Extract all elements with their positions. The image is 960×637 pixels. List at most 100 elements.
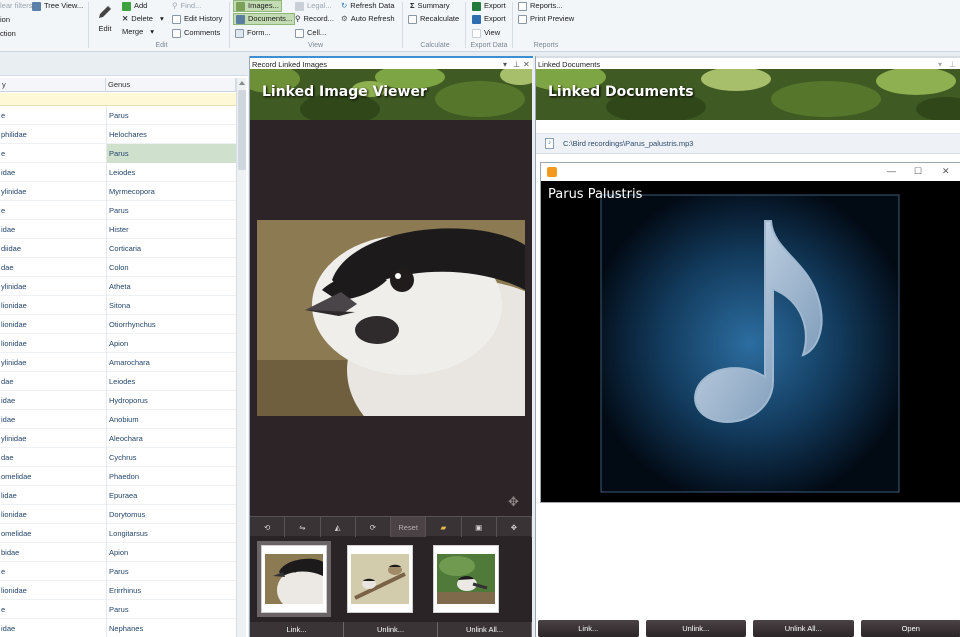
table-row[interactable]: idae Anobium — [0, 410, 236, 429]
thumbnail-3[interactable] — [433, 545, 499, 613]
table-row[interactable]: lidae Epuraea — [0, 486, 236, 505]
cell-genus[interactable]: Parus — [106, 144, 236, 163]
cell-family[interactable]: dae — [0, 448, 106, 467]
cell-genus[interactable]: Anobium — [106, 410, 236, 429]
bird-photo[interactable] — [257, 220, 525, 416]
rotate-right-button[interactable]: ⟳ — [356, 517, 391, 537]
ribbon-item-ion[interactable]: ion — [0, 14, 10, 26]
table-row[interactable]: idae Hydroporus — [0, 391, 236, 410]
table-row[interactable]: dae Cychrus — [0, 448, 236, 467]
cell-family[interactable]: dae — [0, 258, 106, 277]
image-viewer[interactable]: ✥ — [250, 120, 532, 516]
cell-family[interactable]: e — [0, 600, 106, 619]
table-row[interactable]: idae Nephanes — [0, 619, 236, 637]
refresh-data-button[interactable]: ↻ Refresh Data — [341, 0, 394, 12]
add-button[interactable]: Add — [122, 0, 147, 12]
cell-genus[interactable]: Epuraea — [106, 486, 236, 505]
cell-family[interactable]: e — [0, 106, 106, 125]
cell-genus[interactable]: Nephanes — [106, 619, 236, 637]
table-row[interactable]: e Parus — [0, 106, 236, 125]
cell-family[interactable]: dae — [0, 372, 106, 391]
cell-family[interactable]: lionidae — [0, 296, 106, 315]
cell-family[interactable]: e — [0, 144, 106, 163]
scrollbar-thumb[interactable] — [238, 90, 246, 170]
cell-family[interactable]: omelidae — [0, 524, 106, 543]
cell-genus[interactable]: Colon — [106, 258, 236, 277]
cell-genus[interactable]: Corticaria — [106, 239, 236, 258]
cell-family[interactable]: lionidae — [0, 334, 106, 353]
pan-button[interactable]: ✥ — [497, 517, 532, 537]
cell-family[interactable]: idae — [0, 410, 106, 429]
cell-genus[interactable]: Helochares — [106, 125, 236, 144]
cell-family[interactable]: ylinidae — [0, 182, 106, 201]
cell-family[interactable]: omelidae — [0, 467, 106, 486]
table-row[interactable]: omelidae Longitarsus — [0, 524, 236, 543]
close-icon[interactable]: ✕ — [942, 166, 950, 177]
legal-button[interactable]: Legal... — [295, 0, 332, 12]
cell-genus[interactable]: Parus — [106, 600, 236, 619]
column-header-family[interactable]: y — [0, 78, 106, 92]
documents-button[interactable]: Documents... — [233, 13, 296, 25]
export-excel-button[interactable]: Export — [472, 0, 506, 12]
cell-genus[interactable]: Leiodes — [106, 372, 236, 391]
link-document-button[interactable]: Link... — [538, 620, 639, 637]
table-row[interactable]: lionidae Apion — [0, 334, 236, 353]
table-row[interactable]: bidae Apion — [0, 543, 236, 562]
cell-genus[interactable]: Cychrus — [106, 448, 236, 467]
table-row[interactable]: philidae Helochares — [0, 125, 236, 144]
reset-button[interactable]: Reset — [391, 517, 427, 537]
cell-family[interactable]: idae — [0, 220, 106, 239]
print-preview-button[interactable]: Print Preview — [518, 13, 574, 25]
reports-button[interactable]: Reports... — [518, 0, 563, 12]
table-row[interactable]: lionidae Dorytomus — [0, 505, 236, 524]
unlink-document-button[interactable]: Unlink... — [645, 620, 746, 637]
fit-button[interactable]: ▣ — [462, 517, 497, 537]
cell-genus[interactable]: Erirrhinus — [106, 581, 236, 600]
table-row[interactable]: dae Colon — [0, 258, 236, 277]
scroll-up-icon[interactable] — [239, 81, 245, 85]
document-row[interactable]: ♪ C:\Bird recordings\Parus_palustris.mp3 — [536, 134, 960, 154]
link-image-button[interactable]: Link... — [250, 622, 344, 637]
table-row[interactable]: lionidae Erirrhinus — [0, 581, 236, 600]
cell-genus[interactable]: Leiodes — [106, 163, 236, 182]
cell-family[interactable]: bidae — [0, 543, 106, 562]
find-button[interactable]: ⚲ Find... — [172, 0, 201, 12]
table-row[interactable]: e Parus — [0, 600, 236, 619]
auto-refresh-button[interactable]: ⚙ Auto Refresh — [341, 13, 395, 25]
cell-family[interactable]: lionidae — [0, 315, 106, 334]
cell-genus[interactable]: Dorytomus — [106, 505, 236, 524]
comments-button[interactable]: Comments — [172, 27, 220, 39]
cell-family[interactable]: lidae — [0, 486, 106, 505]
record-button[interactable]: ⚲ Record... — [295, 13, 334, 25]
unlink-image-button[interactable]: Unlink... — [344, 622, 438, 637]
cell-genus[interactable]: Hydroporus — [106, 391, 236, 410]
cell-genus[interactable]: Hister — [106, 220, 236, 239]
table-row[interactable]: ylinidae Atheta — [0, 277, 236, 296]
cell-genus[interactable]: Phaedon — [106, 467, 236, 486]
delete-button[interactable]: ✕ Delete ▾ — [122, 13, 164, 25]
images-button[interactable]: Images... — [233, 0, 282, 12]
table-row[interactable]: e Parus — [0, 144, 236, 163]
cell-family[interactable]: diidae — [0, 239, 106, 258]
edit-button[interactable]: Edit — [94, 3, 116, 33]
clear-filters-button[interactable]: lear filters — [0, 0, 33, 12]
cell-genus[interactable]: Otiorrhynchus — [106, 315, 236, 334]
cell-genus[interactable]: Myrmecopora — [106, 182, 236, 201]
cell-family[interactable]: ylinidae — [0, 277, 106, 296]
table-row[interactable]: ylinidae Myrmecopora — [0, 182, 236, 201]
cell-family[interactable]: idae — [0, 619, 106, 637]
cell-genus[interactable]: Parus — [106, 201, 236, 220]
cell-family[interactable]: ylinidae — [0, 429, 106, 448]
media-player-body[interactable]: Parus Palustris — [541, 181, 960, 502]
unlink-all-documents-button[interactable]: Unlink All... — [753, 620, 854, 637]
mirror-button[interactable]: ◭ — [321, 517, 356, 537]
rotate-left-button[interactable]: ⟲ — [250, 517, 286, 537]
filter-row[interactable] — [0, 93, 236, 106]
table-row[interactable]: lionidae Sitona — [0, 296, 236, 315]
open-document-button[interactable]: Open — [860, 620, 960, 637]
cell-genus[interactable]: Aleochara — [106, 429, 236, 448]
cell-genus[interactable]: Apion — [106, 543, 236, 562]
table-row[interactable]: dae Leiodes — [0, 372, 236, 391]
cell-family[interactable]: lionidae — [0, 505, 106, 524]
table-row[interactable]: e Parus — [0, 562, 236, 581]
